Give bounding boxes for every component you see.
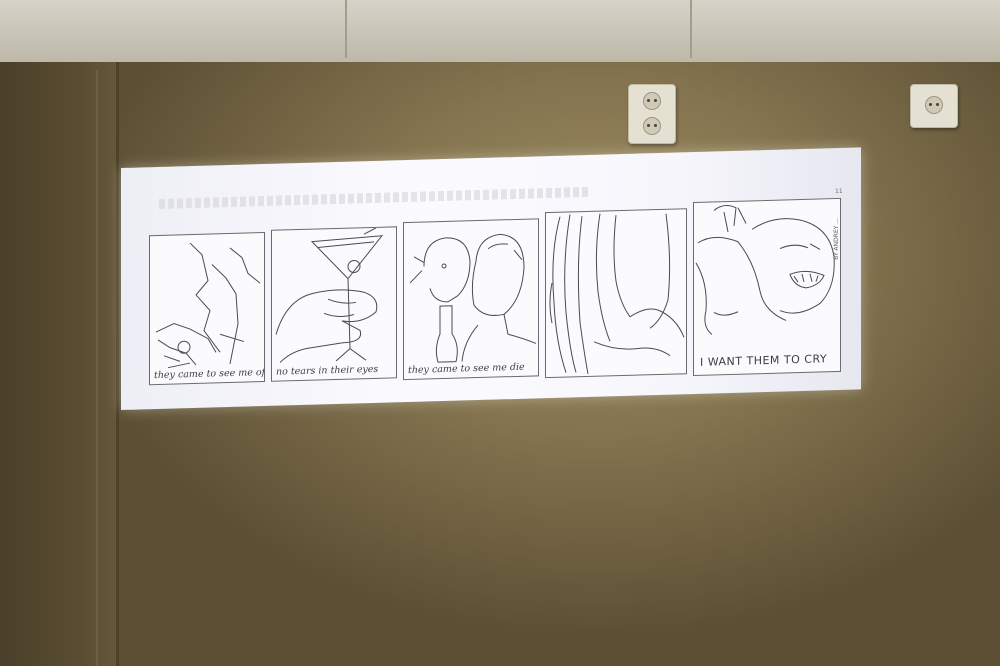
comic-panel-5: I WANT THEM TO CRY: [693, 197, 841, 377]
comic-panel-2: no tears in their eyes: [271, 226, 397, 382]
comic-panel-1: they came to see me off: [149, 231, 265, 386]
page-number: 11: [835, 187, 843, 196]
artist-signature: BY ANDREY ...: [833, 217, 840, 260]
left-wall: [0, 0, 118, 666]
ceiling: [0, 0, 1000, 62]
ceiling-seam: [690, 0, 692, 58]
wall-socket-single: [910, 84, 958, 128]
panel-4-drawing: [549, 213, 685, 375]
faded-header-scribble: [159, 186, 589, 209]
wall-socket-double: [628, 84, 676, 144]
panel-1-drawing: [155, 242, 261, 369]
photo-scene: they came to see me off no tears in thei…: [0, 0, 1000, 666]
comic-panel-4: [545, 208, 687, 379]
wall-corner: [116, 40, 119, 666]
wall-cable: [96, 70, 98, 666]
ceiling-seam: [345, 0, 347, 58]
panel-3-drawing: [409, 233, 537, 363]
projected-comic-strip: they came to see me off no tears in thei…: [121, 147, 861, 410]
socket-outlet: [643, 117, 661, 135]
socket-outlet: [925, 96, 943, 114]
comic-panel-3: they came to see me die: [403, 218, 539, 381]
panel-2-drawing: [275, 227, 384, 363]
panel-5-drawing: [695, 205, 835, 335]
socket-outlet: [643, 92, 661, 110]
